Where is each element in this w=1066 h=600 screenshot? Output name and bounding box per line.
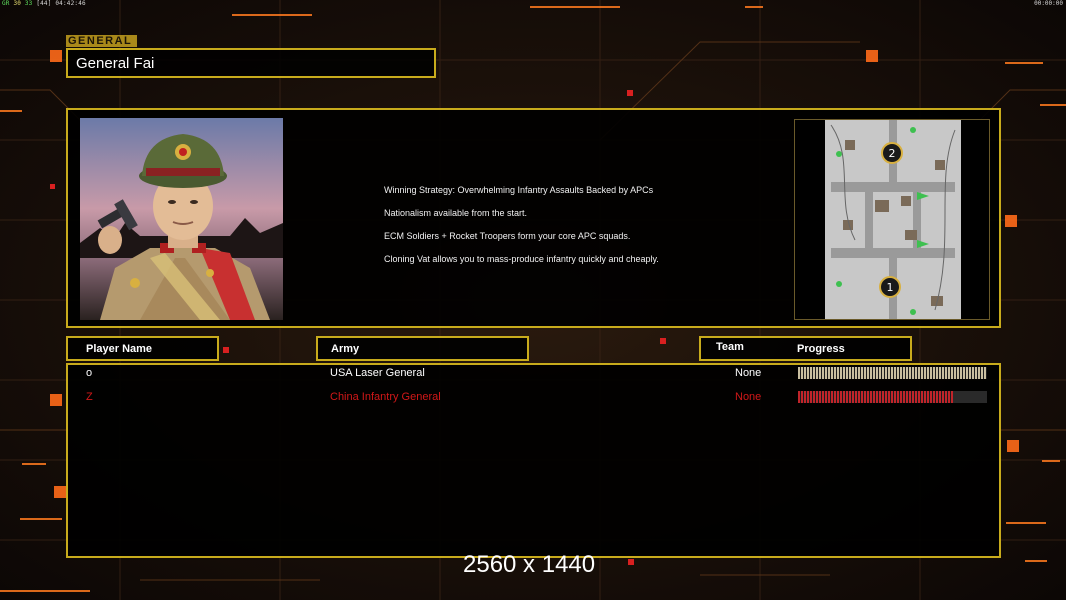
general-name-box: General Fai — [66, 48, 436, 78]
strategy-line: Winning Strategy: Overwhelming Infantry … — [384, 185, 654, 195]
header-army-label: Army — [331, 343, 360, 355]
strategy-text: Winning Strategy: Overwhelming Infantry … — [384, 179, 659, 271]
hud-stat-b: 33 — [24, 0, 33, 7]
player-army: USA Laser General — [330, 367, 425, 379]
resolution-label: 2560 x 1440 — [463, 551, 596, 578]
hud-timer: 00:00:00 — [1034, 0, 1063, 7]
hud-stat-c: [44] — [36, 0, 52, 7]
strategy-line: Nationalism available from the start. — [384, 208, 528, 218]
player-army: China Infantry General — [330, 391, 441, 403]
hud-clock: 04:42:46 — [55, 0, 86, 7]
player-team: None — [735, 391, 762, 403]
strategy-line: Cloning Vat allows you to mass-produce i… — [384, 254, 659, 264]
player-name: Z — [86, 391, 93, 403]
hud-stat-a: 30 — [13, 0, 22, 7]
general-portrait-icon — [80, 118, 283, 320]
hud-stats: GR 30 33 [44] 04:42:46 — [2, 0, 86, 7]
header-player-name-label: Player Name — [86, 343, 153, 355]
header-player-name[interactable]: Player Name — [66, 336, 219, 361]
player-team: None — [735, 367, 762, 379]
header-team-label: Team — [716, 341, 744, 353]
general-tag: GENERAL — [66, 35, 137, 47]
header-team-progress[interactable]: Team Progress — [699, 336, 912, 361]
progress-bar — [798, 391, 987, 403]
map-marker-label: 2 — [889, 147, 896, 160]
progress-bar-fill — [798, 367, 987, 379]
header-army[interactable]: Army — [316, 336, 529, 361]
progress-bar-fill — [798, 391, 953, 403]
progress-bar — [798, 367, 987, 379]
player-name: o — [86, 367, 93, 379]
strategy-line: ECM Soldiers + Rocket Troopers form your… — [384, 231, 631, 241]
general-name: General Fai — [76, 55, 155, 72]
map-marker-label: 1 — [887, 281, 894, 294]
hud-stat-label: GR — [2, 0, 10, 7]
map-preview-icon: 2 1 — [794, 119, 990, 320]
header-progress-label: Progress — [797, 343, 845, 355]
